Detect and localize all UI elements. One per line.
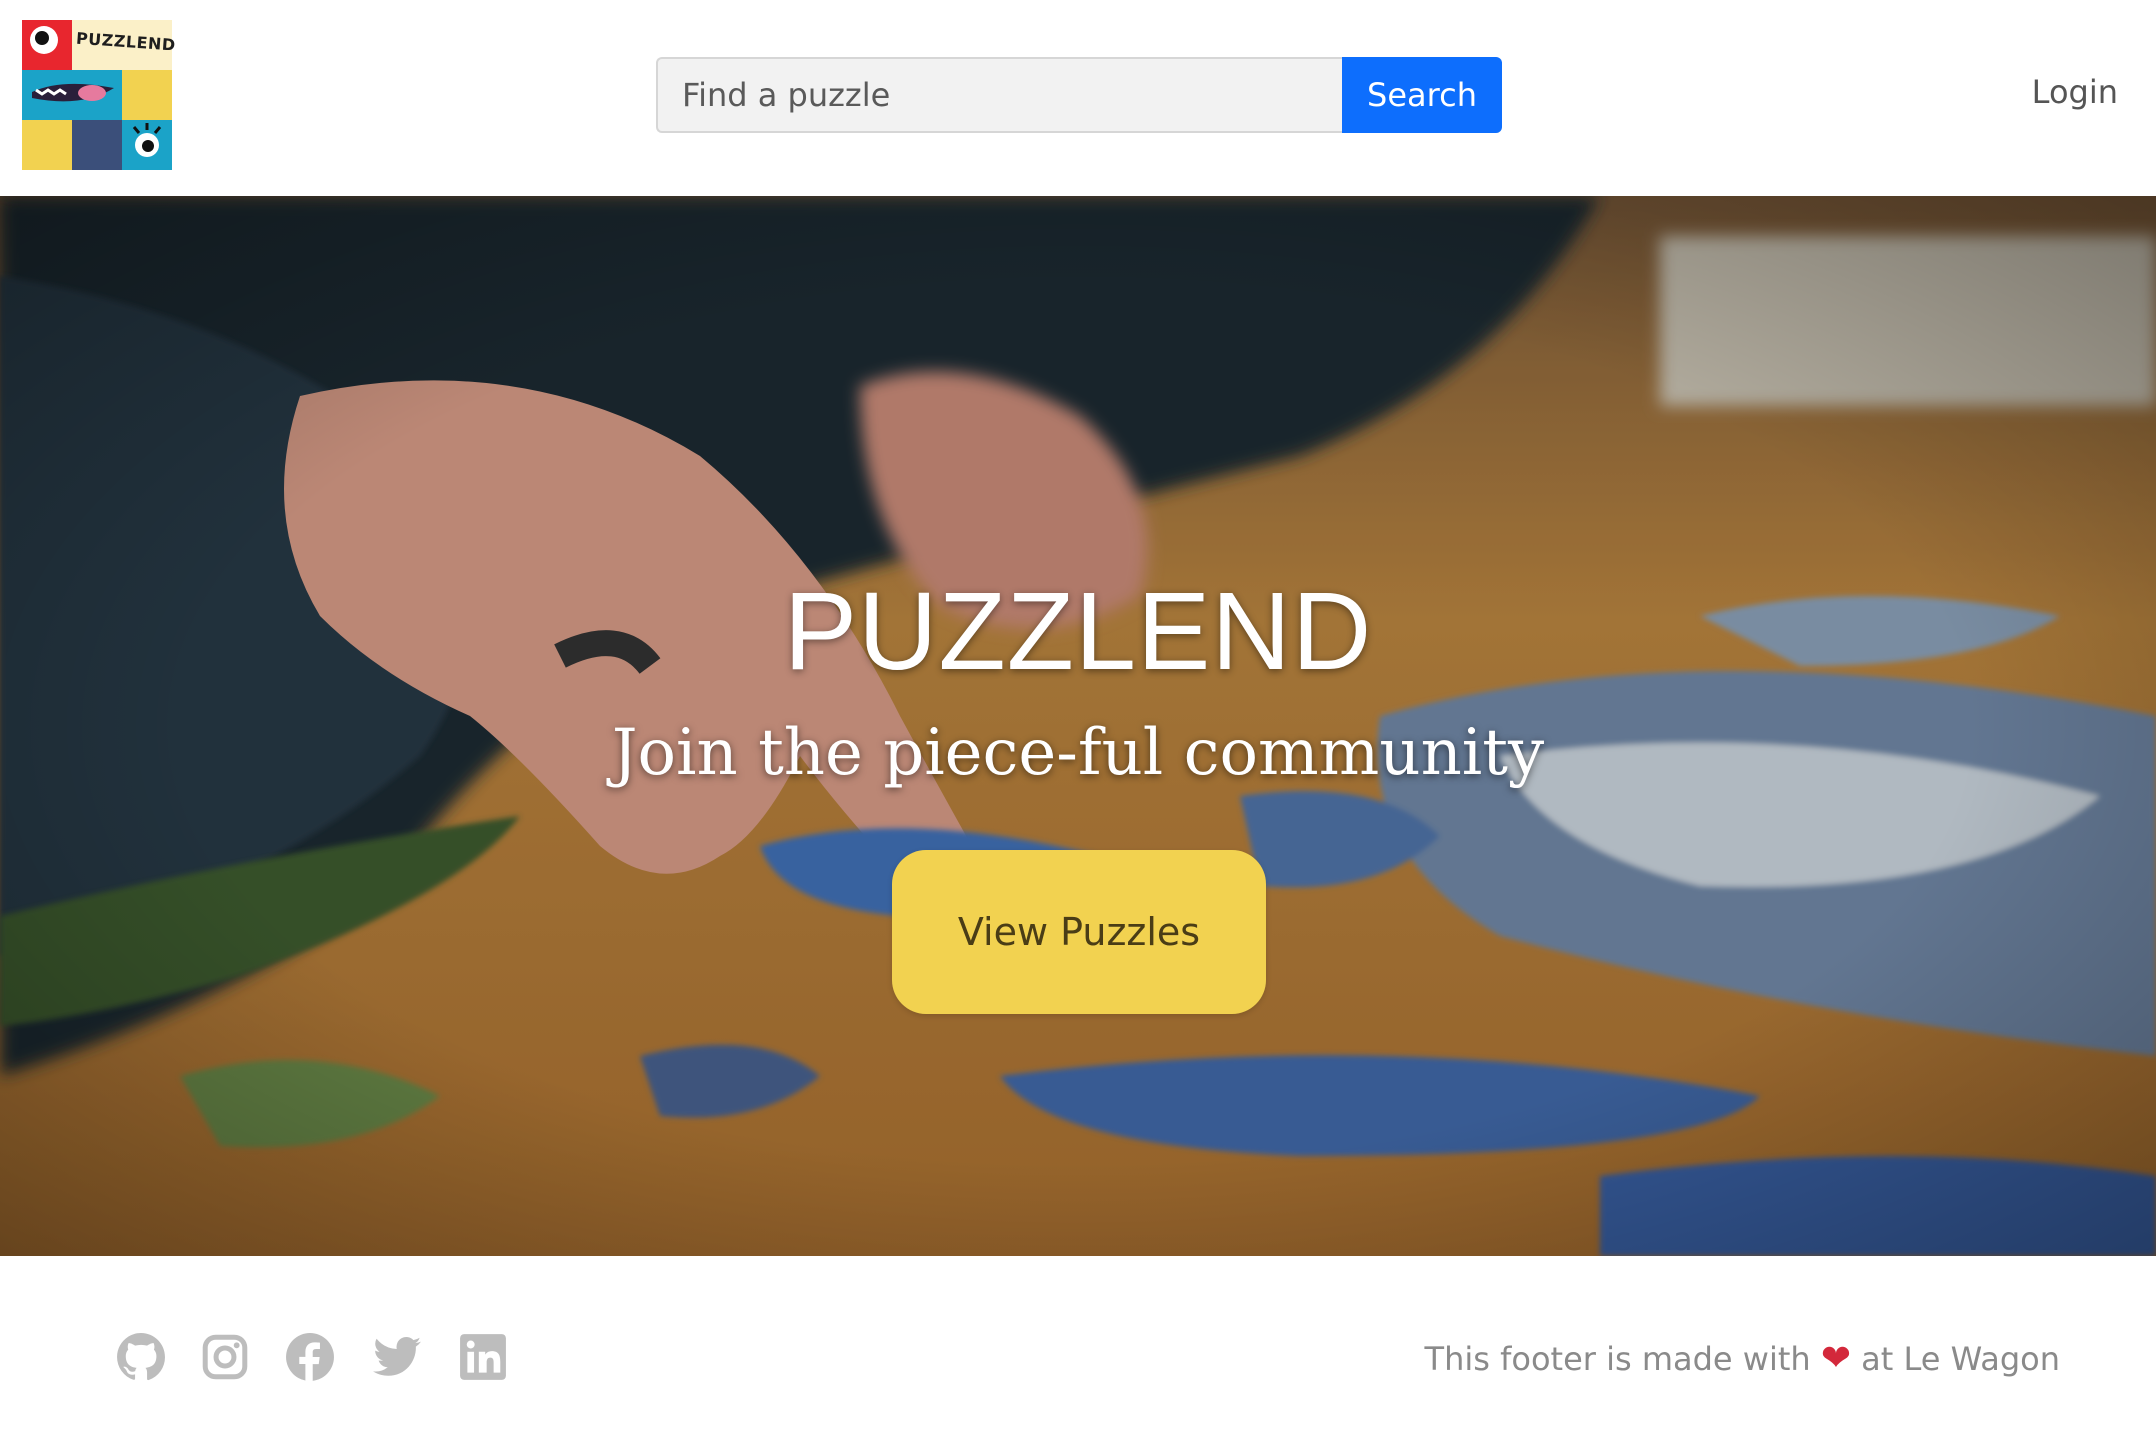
- footer: This footer is made with ❤ at Le Wagon: [0, 1256, 2156, 1446]
- search-button[interactable]: Search: [1342, 57, 1502, 133]
- view-puzzles-button[interactable]: View Puzzles: [892, 850, 1266, 1014]
- navbar: PUZZLEND Search Login: [0, 0, 2156, 196]
- linkedin-icon[interactable]: [458, 1332, 508, 1382]
- hero-banner: PUZZLEND Join the piece-ful community Vi…: [0, 196, 2156, 1256]
- footer-credit-before: This footer is made with: [1424, 1340, 1811, 1378]
- footer-credit: This footer is made with ❤ at Le Wagon: [1300, 1338, 2060, 1379]
- login-link[interactable]: Login: [1990, 73, 2118, 119]
- hero-subtitle: Join the piece-ful community: [611, 716, 1545, 790]
- search-input[interactable]: [656, 57, 1342, 133]
- instagram-icon[interactable]: [200, 1332, 250, 1382]
- heart-icon: ❤: [1820, 1338, 1851, 1379]
- search-form: Search: [656, 57, 1502, 133]
- github-icon[interactable]: [116, 1332, 166, 1382]
- puzzlend-logo[interactable]: PUZZLEND: [22, 20, 176, 170]
- twitter-icon[interactable]: [372, 1332, 422, 1382]
- footer-credit-after: at Le Wagon: [1861, 1340, 2060, 1378]
- hero-title: PUZZLEND: [783, 570, 1373, 693]
- facebook-icon[interactable]: [285, 1332, 335, 1382]
